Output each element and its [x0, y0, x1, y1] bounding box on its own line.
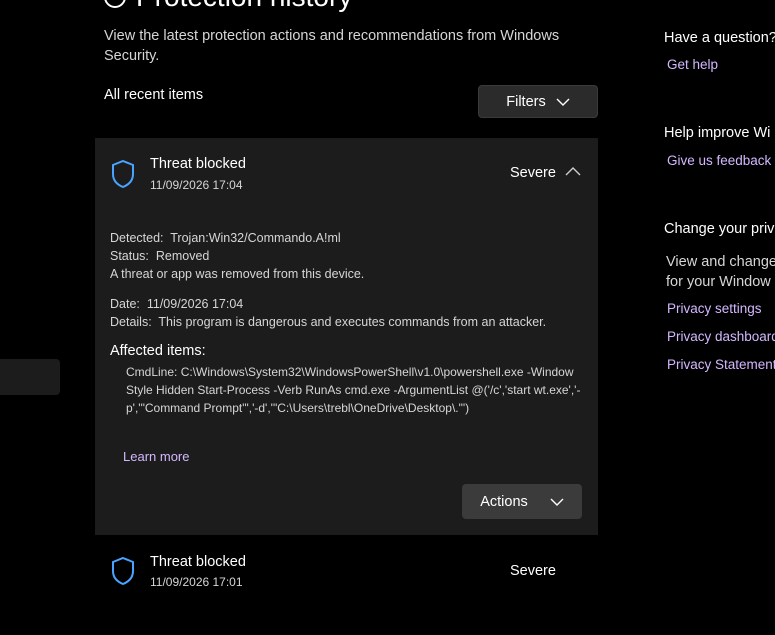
shield-outline-icon	[104, 0, 126, 8]
details-line: Details: This program is dangerous and e…	[110, 315, 546, 329]
filters-label: Filters	[506, 93, 546, 110]
privacy-settings-link[interactable]: Privacy settings	[667, 301, 762, 316]
severity-label: Severe	[510, 563, 556, 579]
shield-icon	[112, 159, 134, 189]
have-question-heading: Have a question?	[664, 30, 775, 46]
threat-date: 11/09/2026 17:04	[150, 178, 243, 192]
get-help-link[interactable]: Get help	[667, 57, 718, 72]
privacy-text-line-1: View and change	[666, 254, 775, 270]
chevron-up-icon[interactable]	[565, 166, 581, 176]
threat-card-collapsed[interactable]: Threat blocked 11/09/2026 17:01 Severe	[95, 540, 598, 610]
severity-label: Severe	[510, 165, 556, 181]
threat-date: 11/09/2026 17:01	[150, 575, 243, 589]
status-value: Removed	[155, 249, 210, 263]
affected-cmdline: CmdLine: C:\Windows\System32\WindowsPowe…	[126, 365, 581, 415]
page-title-text: Protection history	[136, 0, 352, 12]
chevron-down-icon	[556, 98, 570, 106]
threat-title: Threat blocked	[150, 554, 246, 570]
affected-items-title: Affected items:	[110, 343, 206, 359]
chevron-down-icon	[550, 498, 564, 506]
change-privacy-heading: Change your priv	[664, 221, 775, 237]
detected-label: Detected:	[110, 231, 164, 245]
give-feedback-link[interactable]: Give us feedback	[667, 153, 771, 168]
filters-button[interactable]: Filters	[478, 85, 598, 118]
shield-icon	[112, 556, 134, 586]
date-line: Date: 11/09/2026 17:04	[110, 297, 243, 311]
privacy-dashboard-link[interactable]: Privacy dashboard	[667, 329, 775, 344]
date-value: 11/09/2026 17:04	[146, 297, 244, 311]
help-improve-heading: Help improve Wi	[664, 125, 771, 141]
learn-more-link[interactable]: Learn more	[123, 449, 189, 464]
status-label: Status:	[110, 249, 149, 263]
page-description: View the latest protection actions and r…	[104, 28, 560, 64]
all-recent-items-label: All recent items	[104, 87, 204, 103]
threat-card-expanded: Threat blocked 11/09/2026 17:04 Severe D…	[95, 138, 598, 535]
detected-line: Detected: Trojan:Win32/Commando.A!ml	[110, 231, 341, 245]
status-line: Status: Removed	[110, 249, 209, 263]
date-label: Date:	[110, 297, 140, 311]
protection-history-page: Protection history View the latest prote…	[0, 0, 775, 635]
detected-value: Trojan:Win32/Commando.A!ml	[170, 231, 341, 245]
privacy-text-line-2: for your Window	[666, 274, 771, 290]
privacy-statement-link[interactable]: Privacy Statement	[667, 357, 775, 372]
actions-button[interactable]: Actions	[462, 484, 582, 519]
page-title: Protection history	[104, 0, 352, 12]
actions-label: Actions	[480, 493, 528, 510]
threat-title: Threat blocked	[150, 156, 246, 172]
details-value: This program is dangerous and executes c…	[158, 315, 547, 329]
status-message: A threat or app was removed from this de…	[110, 267, 365, 281]
details-label: Details:	[110, 315, 152, 329]
left-panel-item[interactable]	[0, 359, 60, 395]
